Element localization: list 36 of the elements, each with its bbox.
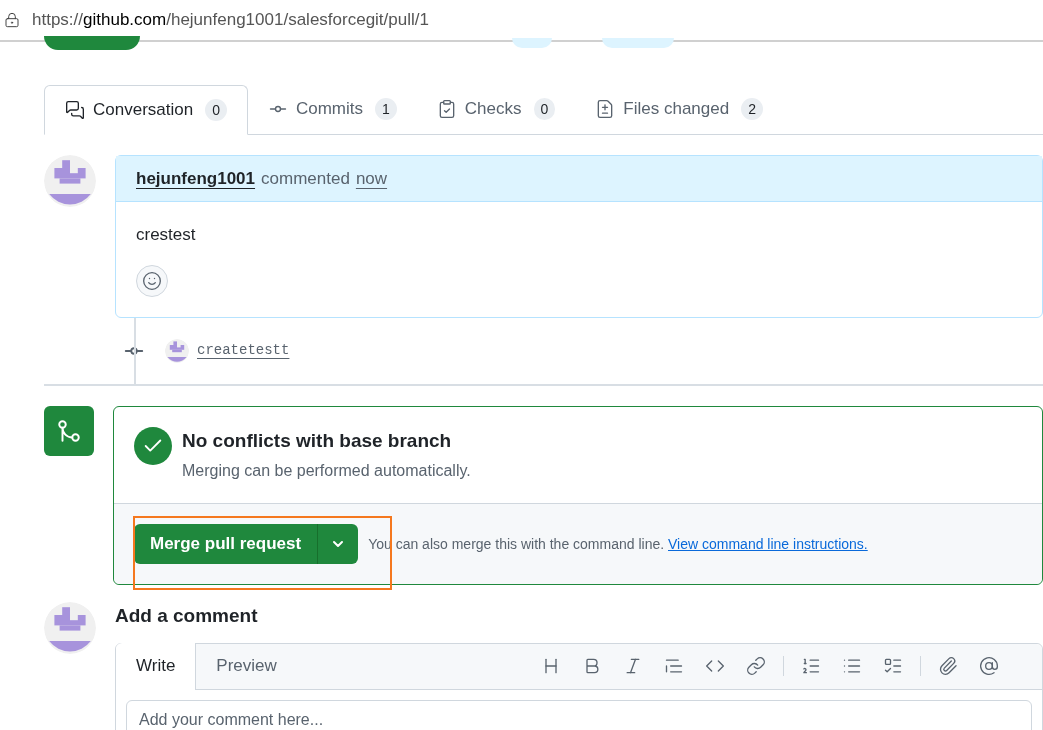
label-pill (602, 38, 674, 48)
tab[interactable]: Files changed 2 (575, 84, 783, 134)
tab[interactable]: Commits 1 (247, 84, 417, 134)
instructions-link[interactable]: View command line instructions. (668, 535, 868, 552)
lock-icon[interactable] (4, 12, 20, 28)
editor-tab[interactable]: Preview (196, 642, 297, 690)
merge-button[interactable]: Merge pull request (134, 524, 319, 564)
merge-icon (56, 417, 82, 444)
reaction-button[interactable] (136, 264, 168, 297)
tab[interactable]: Conversation 0 (44, 85, 248, 135)
avatar (44, 602, 96, 654)
count-badge: 1 (375, 98, 397, 120)
comment-body: crestest (136, 224, 197, 246)
time-link[interactable]: now (355, 165, 388, 192)
comments-icon (65, 100, 85, 120)
link-icon[interactable] (745, 655, 766, 676)
comment-input[interactable]: Add your comment here... (126, 699, 1032, 730)
avatar (44, 155, 96, 207)
mention-icon[interactable] (978, 655, 999, 676)
smiley-icon (142, 270, 162, 291)
count-badge: 0 (205, 99, 227, 121)
commit-link[interactable]: createtestt (197, 340, 290, 361)
paperclip-icon[interactable] (937, 655, 958, 676)
comment-action: commented (261, 167, 350, 190)
merge-title: No conflicts with base branch (182, 428, 453, 453)
count-badge: 2 (741, 98, 763, 120)
count-badge: 0 (533, 98, 556, 120)
editor-tab[interactable]: Write (116, 642, 197, 690)
author-link[interactable]: hejunfeng1001 (136, 165, 256, 192)
merge-options-button[interactable] (318, 524, 359, 564)
label-pill (512, 38, 552, 48)
tab[interactable]: Checks 0 (416, 84, 576, 134)
merge-subtitle: Merging can be performed automatically. (182, 461, 471, 481)
url-text[interactable]: https://github.com/hejunfeng1001/salesforcegit/pull/1 (32, 7, 429, 33)
add-comment-title: Add a comment (115, 604, 259, 628)
avatar (165, 338, 189, 363)
